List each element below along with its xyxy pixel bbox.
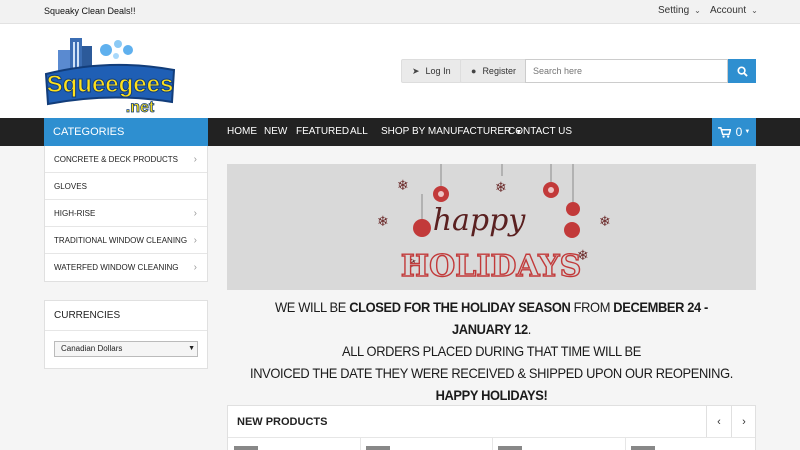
squeegees-logo[interactable]: Squeegees .net bbox=[44, 36, 176, 116]
categories-header[interactable]: CATEGORIES bbox=[44, 118, 208, 146]
carousel-next-button[interactable]: › bbox=[731, 406, 756, 437]
currencies-panel: CURRENCIES Canadian Dollars ▼ bbox=[44, 300, 208, 369]
category-label: GLOVES bbox=[54, 182, 87, 191]
product-thumbnail[interactable] bbox=[234, 446, 258, 450]
product-thumbnail[interactable] bbox=[631, 446, 655, 450]
chevron-left-icon: ‹ bbox=[717, 415, 721, 428]
currency-selected-value: Canadian Dollars bbox=[61, 344, 123, 353]
nav-shop-by-manufacturer[interactable]: SHOP BY MANUFACTURER ▼ bbox=[381, 118, 522, 146]
setting-dropdown[interactable]: Setting ⌄ bbox=[658, 5, 701, 16]
category-item-waterfed[interactable]: WATERFED WINDOW CLEANING › bbox=[45, 254, 207, 281]
register-button[interactable]: ● Register bbox=[460, 59, 527, 83]
currency-select[interactable]: Canadian Dollars ▼ bbox=[54, 341, 198, 357]
category-label: WATERFED WINDOW CLEANING bbox=[54, 263, 179, 272]
search-button[interactable] bbox=[728, 59, 756, 83]
categories-label: CATEGORIES bbox=[53, 126, 125, 138]
login-label: Log In bbox=[425, 66, 451, 76]
holiday-banner-art: ❄ ❄ ❄ ❄ ❄ ❄ happy HOLIDAYS bbox=[377, 164, 611, 285]
logo-subtext: .net bbox=[126, 99, 155, 116]
tagline: Squeaky Clean Deals!! bbox=[44, 6, 136, 16]
top-bar: Squeaky Clean Deals!! Setting ⌄ Account ⌄ bbox=[0, 0, 800, 24]
currencies-heading: CURRENCIES bbox=[45, 301, 207, 331]
new-products-heading: NEW PRODUCTS bbox=[237, 416, 328, 428]
notice-line-3: INVOICED THE DATE THEY WERE RECEIVED & S… bbox=[250, 365, 733, 381]
holiday-notice: WE WILL BE CLOSED FOR THE HOLIDAY SEASON… bbox=[248, 296, 735, 406]
nav-contact-us[interactable]: CONTACT US bbox=[508, 118, 572, 146]
category-item-concrete-deck[interactable]: CONCRETE & DECK PRODUCTS › bbox=[45, 146, 207, 173]
register-label: Register bbox=[482, 66, 516, 76]
nav-home[interactable]: HOME bbox=[227, 118, 257, 146]
notice-line-1: WE WILL BE CLOSED FOR THE HOLIDAY SEASON… bbox=[275, 299, 708, 337]
product-thumbnail[interactable] bbox=[366, 446, 390, 450]
svg-text:❄: ❄ bbox=[397, 178, 409, 194]
banner-happy-text: happy bbox=[433, 203, 527, 238]
chevron-right-icon: › bbox=[193, 154, 197, 165]
chevron-right-icon: › bbox=[193, 262, 197, 273]
divider bbox=[492, 438, 493, 450]
cart-button[interactable]: 0 ▼ bbox=[712, 118, 756, 146]
sign-in-icon: ➤ bbox=[412, 65, 420, 76]
banner-holidays-text: HOLIDAYS bbox=[401, 249, 581, 284]
category-label: CONCRETE & DECK PRODUCTS bbox=[54, 155, 179, 164]
category-item-high-rise[interactable]: HIGH-RISE › bbox=[45, 200, 207, 227]
account-label: Account bbox=[710, 5, 747, 16]
search-icon bbox=[736, 65, 748, 77]
nav-new[interactable]: NEW bbox=[264, 118, 287, 146]
logo-text: Squeegees bbox=[47, 71, 174, 98]
divider bbox=[625, 438, 626, 450]
chevron-right-icon: › bbox=[193, 208, 197, 219]
chevron-down-icon: ⌄ bbox=[694, 6, 701, 15]
category-item-gloves[interactable]: GLOVES bbox=[45, 173, 207, 200]
product-thumbnail[interactable] bbox=[498, 446, 522, 450]
svg-text:❄: ❄ bbox=[599, 214, 611, 230]
svg-text:❄: ❄ bbox=[495, 180, 507, 196]
nav-all[interactable]: ALL bbox=[350, 118, 368, 146]
select-arrow-icon: ▼ bbox=[188, 345, 195, 352]
chevron-down-icon: ⌄ bbox=[751, 6, 758, 15]
divider bbox=[360, 438, 361, 450]
main-nav: CATEGORIES HOME NEW FEATURED ALL SHOP BY… bbox=[0, 118, 800, 146]
caret-down-icon: ▼ bbox=[744, 129, 751, 135]
svg-text:❄: ❄ bbox=[377, 214, 389, 230]
header: Squeegees .net ➤ Log In ● Register bbox=[0, 24, 800, 118]
search-input[interactable] bbox=[525, 59, 728, 83]
account-dropdown[interactable]: Account ⌄ bbox=[710, 5, 758, 16]
notice-line-2: ALL ORDERS PLACED DURING THAT TIME WILL … bbox=[342, 343, 641, 359]
chevron-right-icon: › bbox=[742, 415, 746, 428]
category-label: HIGH-RISE bbox=[54, 209, 96, 218]
chevron-right-icon: › bbox=[193, 235, 197, 246]
holiday-banner: ❄ ❄ ❄ ❄ ❄ ❄ happy HOLIDAYS bbox=[227, 164, 756, 290]
carousel-prev-button[interactable]: ‹ bbox=[706, 406, 731, 437]
cart-count: 0 bbox=[735, 125, 743, 139]
shopping-cart-icon bbox=[717, 126, 731, 138]
notice-line-4: HAPPY HOLIDAYS! bbox=[435, 387, 548, 403]
category-label: TRADITIONAL WINDOW CLEANING bbox=[54, 236, 188, 245]
login-button[interactable]: ➤ Log In bbox=[401, 59, 462, 83]
user-icon: ● bbox=[471, 66, 477, 76]
category-item-traditional[interactable]: TRADITIONAL WINDOW CLEANING › bbox=[45, 227, 207, 254]
nav-featured[interactable]: FEATURED bbox=[296, 118, 349, 146]
new-products-panel: NEW PRODUCTS ‹ › bbox=[227, 405, 756, 450]
nav-shop-label: SHOP BY MANUFACTURER bbox=[381, 126, 512, 137]
setting-label: Setting bbox=[658, 5, 690, 16]
category-list: CONCRETE & DECK PRODUCTS › GLOVES HIGH-RI… bbox=[44, 146, 208, 282]
